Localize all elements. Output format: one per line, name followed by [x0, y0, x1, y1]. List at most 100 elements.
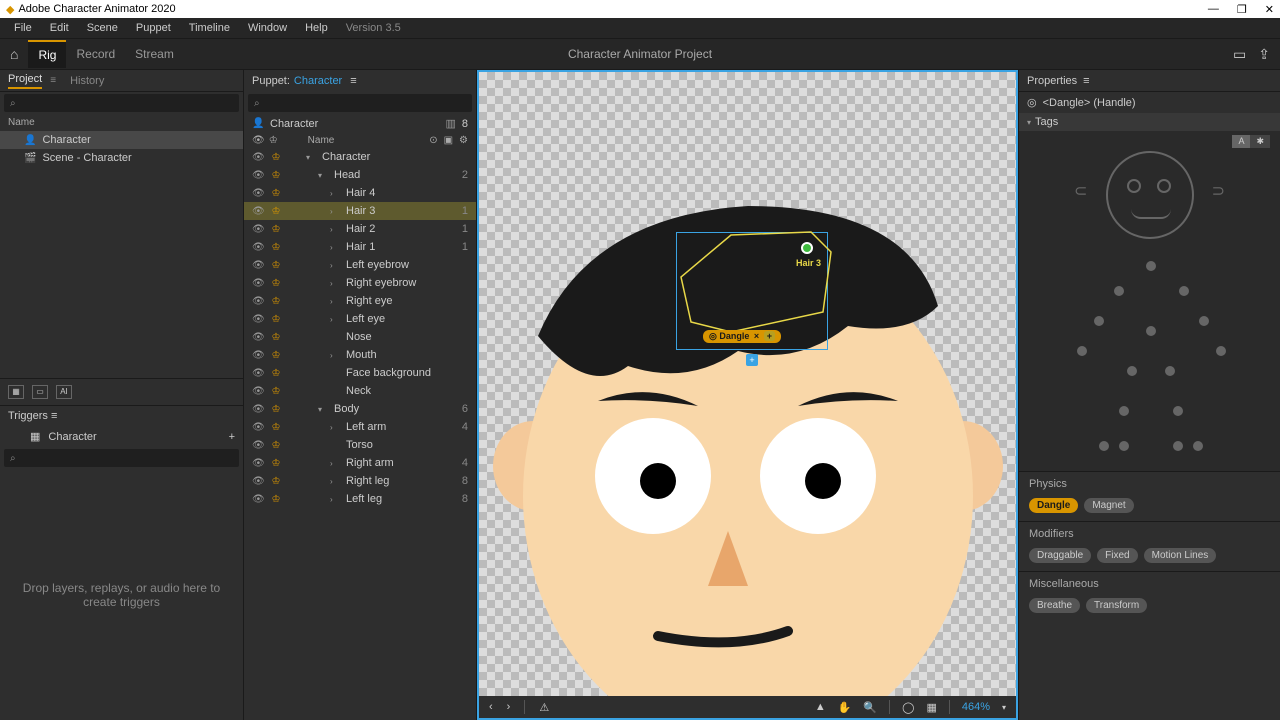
caret-icon[interactable]: › — [330, 225, 340, 234]
tab-project[interactable]: Project — [8, 73, 42, 89]
project-item-scene[interactable]: 🎬 Scene - Character — [0, 149, 243, 167]
layer-row[interactable]: 👁♔Nose — [244, 328, 476, 346]
arrow-tool[interactable]: ▲ — [815, 701, 826, 713]
caret-icon[interactable]: › — [330, 495, 340, 504]
caret-icon[interactable]: › — [330, 297, 340, 306]
layer-row[interactable]: 👁♔Neck — [244, 382, 476, 400]
layer-row[interactable]: 👁♔›Hair 31 — [244, 202, 476, 220]
tag-draggable[interactable]: Draggable — [1029, 548, 1091, 563]
tags-header[interactable]: ▾ Tags — [1019, 113, 1280, 131]
layer-row[interactable]: 👁♔›Left arm4 — [244, 418, 476, 436]
crown-icon[interactable]: ♔ — [270, 242, 282, 253]
face-diagram[interactable]: A ✱ ⊂ ⊃ — [1019, 131, 1280, 471]
warning-icon[interactable]: ⚠ — [539, 701, 549, 714]
visibility-icon[interactable]: 👁 — [252, 224, 264, 235]
zoom-level[interactable]: 464% — [962, 701, 990, 713]
toggle-a[interactable]: A — [1232, 135, 1250, 148]
pan-tool[interactable]: ✋ — [838, 701, 852, 714]
caret-icon[interactable]: ▾ — [306, 153, 316, 162]
visibility-icon[interactable]: 👁 — [252, 188, 264, 199]
home-icon[interactable]: ⌂ — [10, 46, 18, 62]
chat-icon[interactable]: ▭ — [1233, 46, 1246, 63]
crown-icon[interactable]: ♔ — [270, 152, 282, 163]
puppet-search[interactable]: ⌕ — [248, 94, 472, 112]
mesh-tool[interactable]: ▦ — [926, 701, 936, 714]
crown-icon[interactable]: ♔ — [270, 368, 282, 379]
layer-row[interactable]: 👁♔›Hair 21 — [244, 220, 476, 238]
origin-handle[interactable] — [801, 242, 813, 254]
crown-icon[interactable]: ♔ — [270, 494, 282, 505]
visibility-icon[interactable]: 👁 — [252, 368, 264, 379]
crown-icon[interactable]: ♔ — [270, 296, 282, 307]
crown-icon[interactable]: ♔ — [270, 422, 282, 433]
layer-row[interactable]: 👁♔›Mouth — [244, 346, 476, 364]
toggle-b[interactable]: ✱ — [1250, 135, 1270, 148]
caret-icon[interactable]: › — [330, 315, 340, 324]
visibility-icon[interactable]: 👁 — [252, 170, 264, 181]
caret-icon[interactable]: › — [330, 351, 340, 360]
mode-rig[interactable]: Rig — [28, 40, 66, 68]
plus-icon[interactable]: + — [764, 331, 775, 341]
menu-file[interactable]: File — [6, 20, 40, 36]
crown-icon[interactable]: ♔ — [270, 476, 282, 487]
mode-stream[interactable]: Stream — [125, 41, 184, 67]
layer-row[interactable]: 👁♔›Right eyebrow — [244, 274, 476, 292]
crown-icon[interactable]: ♔ — [270, 386, 282, 397]
minimize-button[interactable]: — — [1208, 3, 1219, 16]
layer-row[interactable]: 👁♔▾Head2 — [244, 166, 476, 184]
properties-menu-icon[interactable]: ≡ — [1083, 75, 1089, 87]
character-row[interactable]: 👤 Character ▥ 8 — [244, 114, 476, 133]
visibility-icon[interactable]: 👁 — [252, 260, 264, 271]
menu-edit[interactable]: Edit — [42, 20, 77, 36]
tag-breathe[interactable]: Breathe — [1029, 598, 1080, 613]
share-icon[interactable]: ⇪ — [1258, 46, 1270, 63]
prev-icon[interactable]: ‹ — [489, 701, 493, 713]
tag-magnet[interactable]: Magnet — [1084, 498, 1133, 513]
crown-icon[interactable]: ♔ — [270, 206, 282, 217]
trigger-item[interactable]: ▦ Character + — [0, 426, 243, 447]
layer-row[interactable]: 👁♔▾Character — [244, 148, 476, 166]
caret-icon[interactable]: › — [330, 261, 340, 270]
zoom-tool[interactable]: 🔍 — [863, 701, 877, 714]
crown-icon[interactable]: ♔ — [270, 458, 282, 469]
visibility-icon[interactable]: 👁 — [252, 152, 264, 163]
caret-icon[interactable]: ▾ — [318, 405, 328, 414]
triggers-menu-icon[interactable]: ≡ — [51, 410, 57, 422]
tool-icon-1[interactable]: ▦ — [8, 385, 24, 399]
camera-icon[interactable]: ▣ — [444, 135, 453, 146]
maximize-button[interactable]: ❐ — [1237, 3, 1247, 16]
crown-icon[interactable]: ♔ — [270, 278, 282, 289]
tool-icon-ai[interactable]: AI — [56, 385, 72, 399]
visibility-icon[interactable]: 👁 — [252, 404, 264, 415]
menu-window[interactable]: Window — [240, 20, 295, 36]
layer-row[interactable]: 👁♔›Left leg8 — [244, 490, 476, 508]
tab-history[interactable]: History — [70, 75, 104, 87]
triggers-search[interactable]: ⌕ — [4, 449, 239, 467]
crown-icon[interactable]: ♔ — [270, 404, 282, 415]
visibility-icon[interactable]: 👁 — [252, 458, 264, 469]
project-item-character[interactable]: 👤 Character — [0, 131, 243, 149]
visibility-icon[interactable]: 👁 — [252, 494, 264, 505]
visibility-icon[interactable]: 👁 — [252, 422, 264, 433]
canvas[interactable]: Hair 3 ◎ Dangle × + + — [479, 72, 1016, 696]
menu-scene[interactable]: Scene — [79, 20, 126, 36]
dangle-handle-label[interactable]: ◎ Dangle × + — [703, 330, 781, 343]
crown-icon[interactable]: ♔ — [270, 440, 282, 451]
layer-row[interactable]: 👁♔›Right arm4 — [244, 454, 476, 472]
close-icon[interactable]: × — [754, 331, 759, 341]
visibility-icon[interactable]: 👁 — [252, 476, 264, 487]
caret-icon[interactable]: › — [330, 423, 340, 432]
puppet-header-name[interactable]: Character — [294, 75, 342, 87]
caret-icon[interactable]: › — [330, 459, 340, 468]
panel-menu-icon[interactable]: ≡ — [50, 75, 56, 86]
add-trigger-button[interactable]: + — [229, 431, 235, 443]
menu-puppet[interactable]: Puppet — [128, 20, 179, 36]
crown-icon[interactable]: ♔ — [270, 332, 282, 343]
layer-row[interactable]: 👁♔Face background — [244, 364, 476, 382]
visibility-icon[interactable]: 👁 — [252, 296, 264, 307]
layer-row[interactable]: 👁♔›Hair 4 — [244, 184, 476, 202]
visibility-icon[interactable]: 👁 — [252, 278, 264, 289]
visibility-icon[interactable]: 👁 — [252, 440, 264, 451]
crown-icon[interactable]: ♔ — [270, 170, 282, 181]
handle-tool[interactable]: ◯ — [902, 701, 914, 714]
